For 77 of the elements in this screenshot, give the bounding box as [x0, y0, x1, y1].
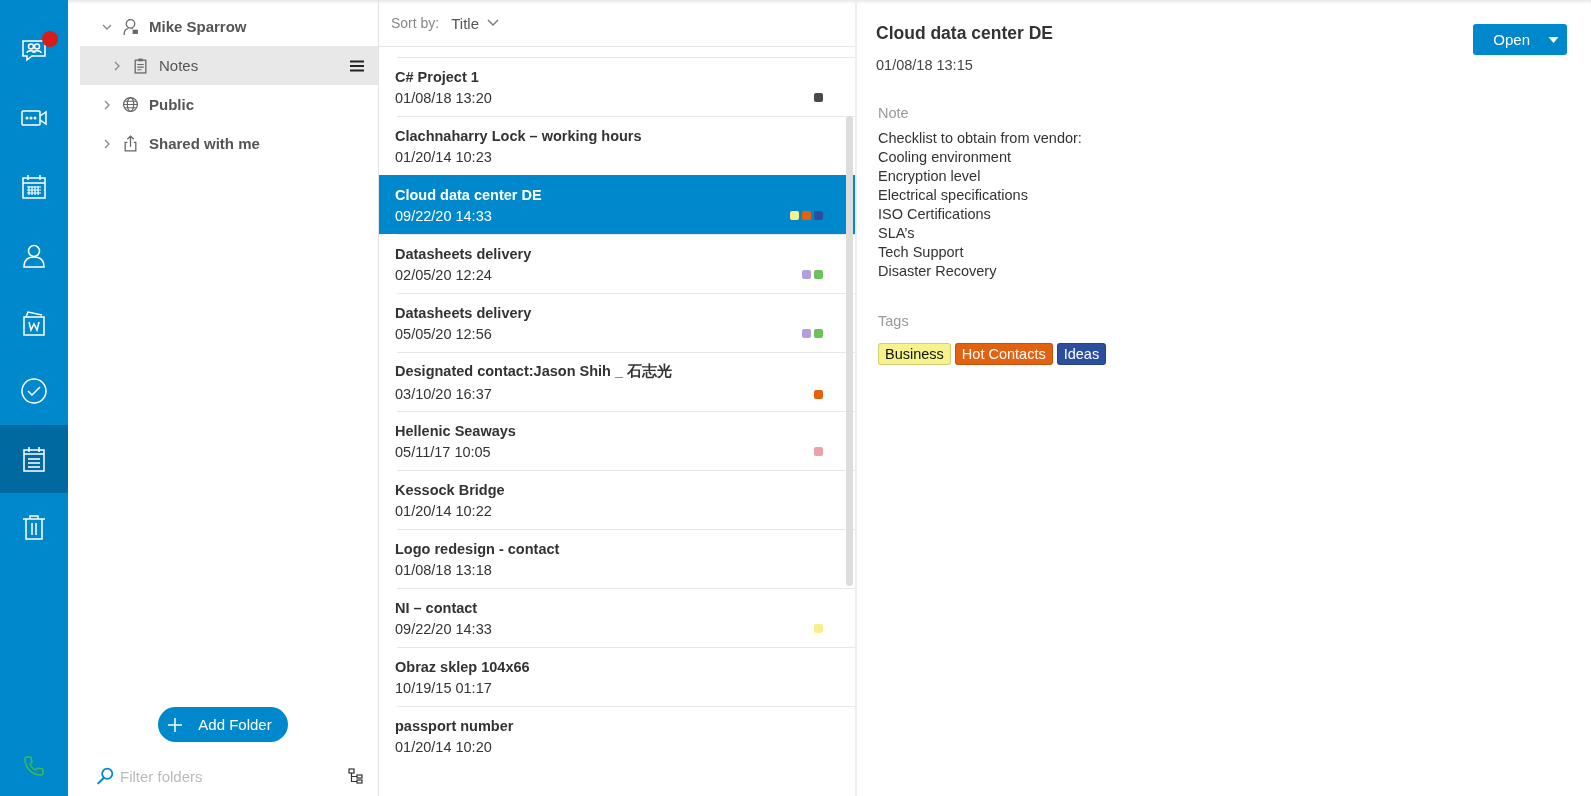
note-date: 09/22/20 14:33	[395, 207, 492, 224]
note-title: NI – contact	[395, 599, 479, 616]
nav-item[interactable]	[0, 425, 68, 493]
note-text-line: SLA’s	[878, 224, 916, 243]
note-title: Datasheets delivery	[395, 304, 533, 321]
note-list-item[interactable]: C# Project 1 01/08/18 13:20	[397, 57, 855, 116]
filter-folders-field[interactable]: Filter folders	[120, 767, 342, 785]
note-text-line: Tech Support	[878, 243, 965, 262]
note-date: 01/20/14 10:20	[395, 738, 492, 755]
note-list-item[interactable]: passport number 01/20/14 10:20	[397, 706, 855, 765]
folder-label: Public	[149, 96, 194, 113]
note-heading: Cloud data center DE	[876, 23, 1053, 44]
checkmark-circle-icon	[20, 377, 48, 405]
note-date: 01/20/14 10:23	[395, 148, 492, 165]
tag[interactable]: Ideas	[1056, 343, 1107, 365]
note-text-line: ISO Certifications	[878, 205, 992, 224]
note-text-line: Electrical specifications	[878, 186, 1029, 205]
folder-label: Notes	[159, 57, 199, 74]
note-title: Clachnaharry Lock – working hours	[395, 127, 643, 144]
clipboard-icon	[132, 57, 149, 74]
note-date: 02/05/20 12:24	[395, 266, 492, 283]
note-text-line: Disaster Recovery	[878, 262, 998, 281]
section-label: Note	[878, 105, 910, 121]
upload-arrow-icon	[122, 135, 139, 152]
note-list-item[interactable]: NI – contact 09/22/20 14:33	[397, 588, 855, 647]
note-date: 01/20/14 10:22	[395, 502, 492, 519]
search-icon	[96, 767, 114, 785]
note-date: 05/11/17 10:05	[395, 443, 491, 460]
note-date: 01/08/18 13:15	[876, 57, 974, 73]
calendar-icon	[20, 173, 48, 201]
note-text-line: Checklist to obtain from vendor:	[878, 129, 1083, 148]
note-title: Designated contact:Jason Shih _ 石志光	[395, 362, 674, 381]
folder-label: Mike Sparrow	[149, 18, 247, 35]
add-folder-button[interactable]: Add Folder	[158, 707, 288, 742]
note-title: C# Project 1	[395, 68, 480, 85]
note-list-item[interactable]: Cloud data center DE 09/22/20 14:33	[379, 175, 855, 234]
folder-item[interactable]: Notes	[80, 46, 378, 85]
sort-dropdown[interactable]: Title	[451, 14, 500, 32]
note-date: 03/10/20 16:37	[395, 386, 492, 402]
folder-item[interactable]: Mike Sparrow	[80, 7, 378, 46]
section-label: Tags	[878, 313, 910, 329]
chevron-right-icon[interactable]	[102, 99, 112, 110]
note-title: passport number	[395, 717, 515, 734]
note-text-line: Encryption level	[878, 167, 982, 186]
note-text-line: Cooling environment	[878, 148, 1012, 167]
note-title: Logo redesign - contact	[395, 540, 561, 557]
folder-tree-icon[interactable]	[348, 768, 364, 784]
chevron-down-icon	[487, 19, 500, 27]
globe-icon	[122, 96, 139, 113]
document-folder-icon	[20, 309, 48, 337]
caret-icon	[1548, 36, 1559, 43]
chevron-right-icon[interactable]	[112, 60, 122, 71]
trash-can-icon	[20, 513, 48, 541]
note-title: Cloud data center DE	[395, 186, 543, 203]
folder-item[interactable]: Shared with me	[80, 124, 378, 163]
note-date: 09/22/20 14:33	[395, 620, 492, 637]
menu-icon[interactable]	[350, 59, 364, 72]
tag[interactable]: Business	[878, 343, 951, 365]
plus-icon	[168, 717, 183, 732]
note-date: 01/08/18 13:18	[395, 561, 492, 578]
folder-label: Shared with me	[149, 135, 260, 152]
note-title: Obraz sklep 104x66	[395, 658, 531, 675]
chevron-right-icon[interactable]	[102, 138, 112, 149]
person-lock-icon	[122, 18, 139, 35]
note-list-item[interactable]: Obraz sklep 104x66 10/19/15 01:17	[397, 647, 855, 706]
notepad-icon	[20, 445, 48, 473]
note-title: Kessock Bridge	[395, 481, 506, 498]
note-date: 05/05/20 12:56	[395, 325, 492, 342]
note-date: 10/19/15 01:17	[395, 679, 492, 696]
scrollbar[interactable]	[846, 116, 853, 586]
phone-icon[interactable]	[22, 754, 46, 778]
note-date: 01/08/18 13:20	[395, 89, 492, 106]
folder-item[interactable]: Public	[80, 85, 378, 124]
note-title: Hellenic Seaways	[395, 422, 517, 439]
sort-by-label: Sort by:	[391, 15, 440, 31]
note-title: Datasheets delivery	[395, 245, 533, 262]
tag[interactable]: Hot Contacts	[954, 343, 1053, 365]
